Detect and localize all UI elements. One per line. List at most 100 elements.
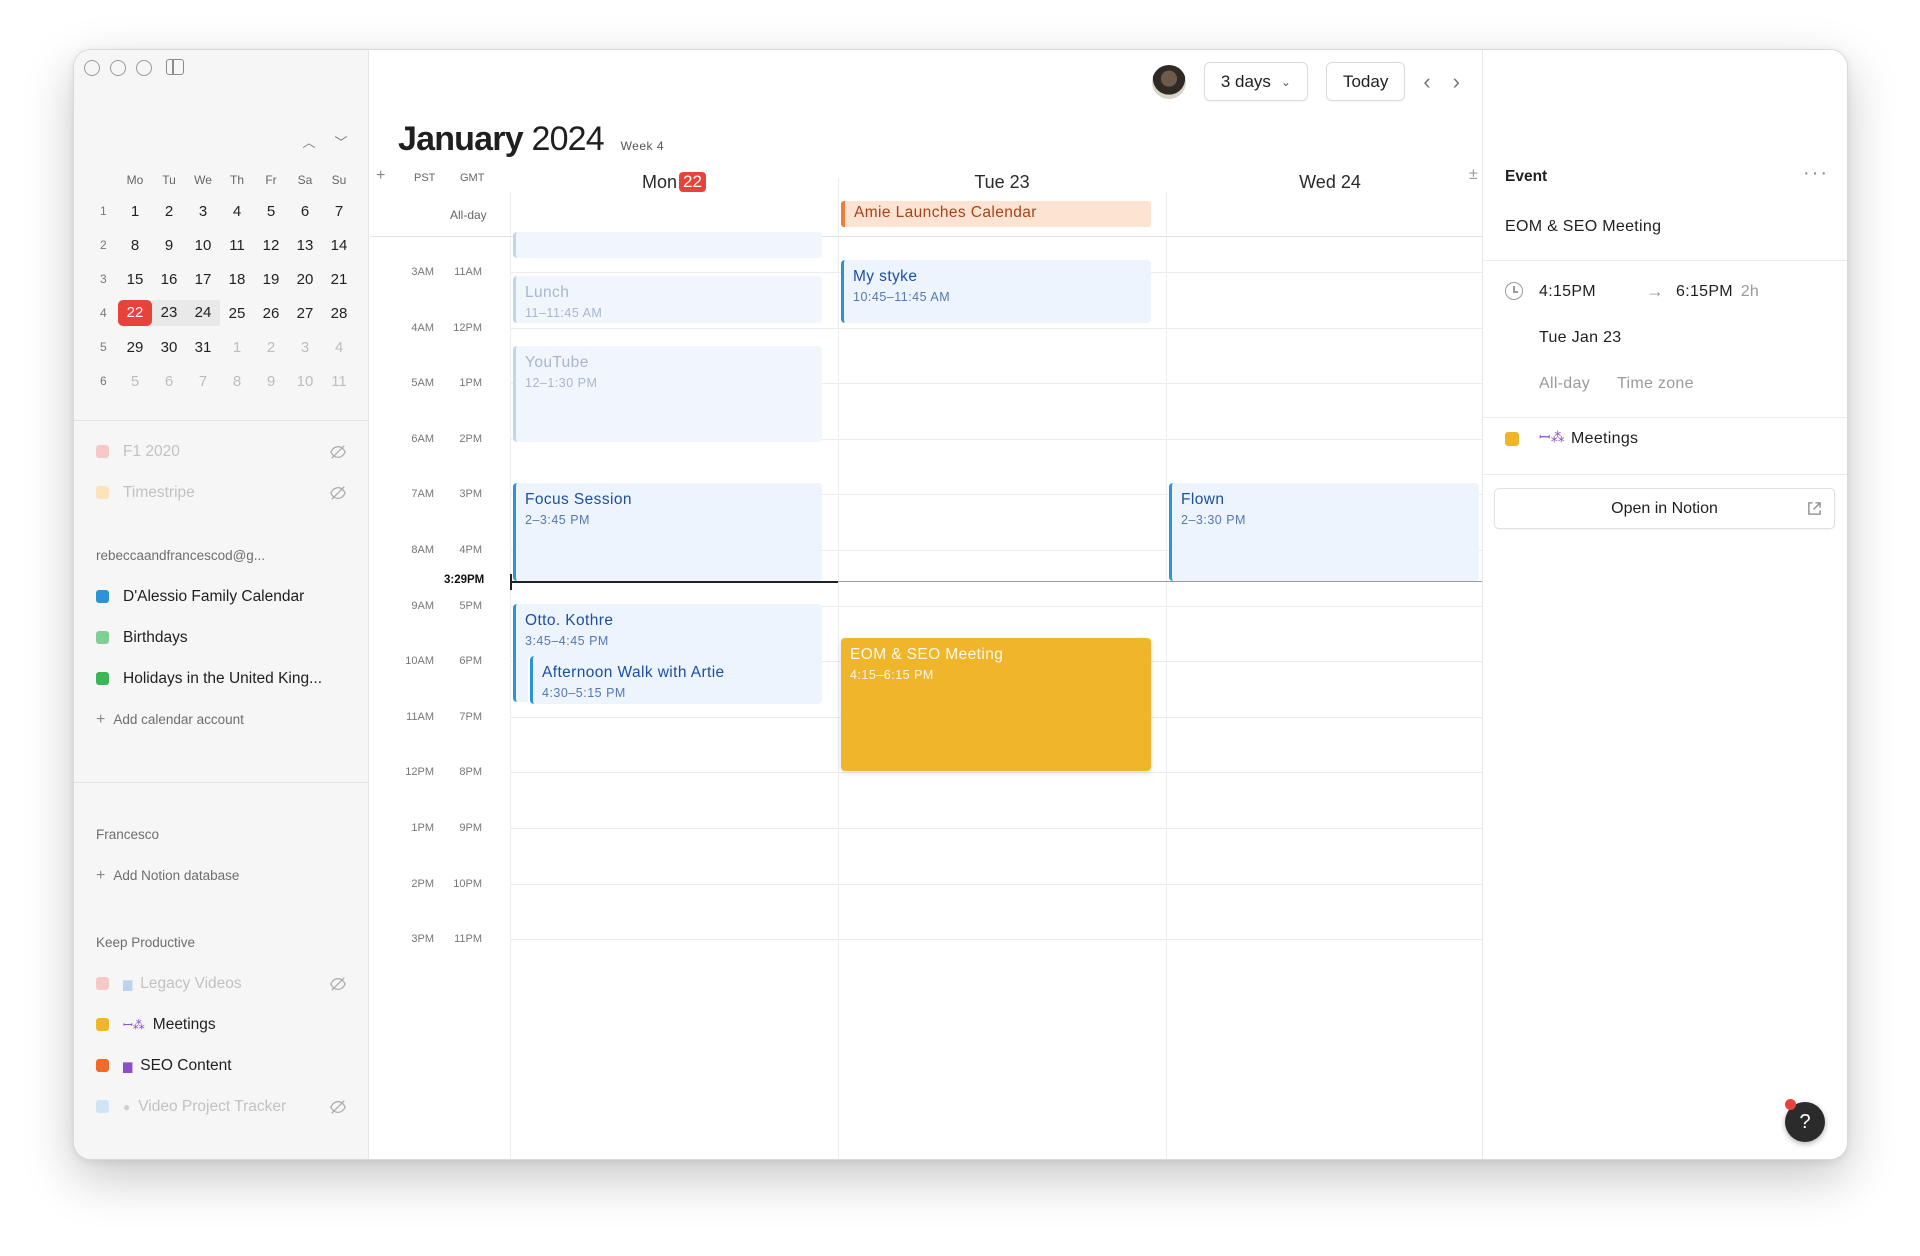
mini-calendar-day[interactable]: 6 [152,373,186,390]
mini-calendar-day[interactable]: 3 [288,339,322,356]
event-afternoon-walk[interactable]: Afternoon Walk with Artie 4:30–5:15 PM [530,656,822,704]
event-block-partial[interactable] [513,232,822,258]
view-selector-button[interactable]: 3 days ⌄ [1203,62,1308,101]
mini-calendar-day[interactable]: 3 [186,203,220,220]
mini-calendar-day[interactable]: 26 [254,305,288,322]
hour-label-gmt: 11AM [454,266,482,278]
mini-calendar-day[interactable]: 15 [118,271,152,288]
mini-calendar-day[interactable]: 13 [288,237,322,254]
mini-calendar-day[interactable]: 9 [254,373,288,390]
mini-calendar-day[interactable]: 27 [288,305,322,322]
mini-calendar-day[interactable]: 25 [220,305,254,322]
start-time-field[interactable]: 4:15PM [1539,283,1596,301]
mini-calendar-day[interactable]: 24 [186,300,220,326]
calendar-item-holidays[interactable]: Holidays in the United King... [96,658,351,699]
calendar-item-f1-2020[interactable]: F1 2020 [96,431,351,472]
notion-db-video-tracker[interactable]: ● Video Project Tracker [96,1086,351,1127]
mini-calendar-day[interactable]: 30 [152,339,186,356]
color-swatch [96,445,109,458]
mini-calendar-day[interactable]: 4 [220,203,254,220]
minimize-window-button[interactable] [110,60,126,76]
mini-calendar-day[interactable]: 4 [322,339,356,356]
mini-calendar-day[interactable]: 7 [186,373,220,390]
event-title: EOM & SEO Meeting [850,646,1004,663]
mini-calendar-day[interactable]: 11 [322,373,356,390]
sidebar-toggle-icon[interactable] [166,59,184,75]
mini-calendar-day[interactable]: 8 [220,373,254,390]
eye-off-icon[interactable] [329,443,347,461]
avatar[interactable] [1151,64,1186,99]
notion-db-legacy-videos[interactable]: ▆ Legacy Videos [96,963,351,1004]
mini-calendar-day[interactable]: 18 [220,271,254,288]
expand-icon[interactable]: ± [1469,166,1478,184]
mini-calendar-day[interactable]: 7 [322,203,356,220]
mini-calendar-day[interactable]: 17 [186,271,220,288]
close-window-button[interactable] [84,60,100,76]
plus-icon: + [96,866,106,884]
more-options-icon[interactable]: ··· [1803,162,1829,185]
mini-calendar-day[interactable]: 2 [152,203,186,220]
mini-calendar-day[interactable]: 2 [254,339,288,356]
chevron-up-icon[interactable]: ︿ [300,134,318,152]
mini-calendar-day[interactable]: 19 [254,271,288,288]
date-field[interactable]: Tue Jan 23 [1539,329,1621,347]
mini-calendar-day[interactable]: 8 [118,237,152,254]
mini-calendar-day[interactable]: 29 [118,339,152,356]
mini-calendar-day[interactable]: 1 [118,203,152,220]
calendar-selector[interactable]: Meetings [1571,430,1638,448]
add-timezone-button[interactable]: + [376,167,385,185]
hour-label-pst: 1PM [411,822,434,834]
mini-calendar-day[interactable]: 10 [288,373,322,390]
chevron-down-icon[interactable]: ﹀ [332,134,350,152]
mini-calendar-day[interactable]: 16 [152,271,186,288]
calendar-item-birthdays[interactable]: Birthdays [96,617,351,658]
event-focus-session[interactable]: Focus Session 2–3:45 PM [513,483,822,581]
add-notion-database-button[interactable]: + Add Notion database [96,855,351,896]
mini-calendar-day[interactable]: 5 [118,373,152,390]
mini-calendar-day[interactable]: 28 [322,305,356,322]
open-in-notion-button[interactable]: Open in Notion [1494,488,1835,529]
calendar-item-timestripe[interactable]: Timestripe [96,472,351,513]
mini-calendar-week: 2 8 9 10 11 12 13 14 [96,228,358,262]
color-swatch [96,486,109,499]
mini-calendar-day[interactable]: 23 [152,300,186,326]
mini-calendar-day[interactable]: 5 [254,203,288,220]
timezone-toggle[interactable]: Time zone [1617,375,1694,393]
zoom-window-button[interactable] [136,60,152,76]
event-youtube[interactable]: YouTube 12–1:30 PM [513,346,822,442]
notion-db-meetings[interactable]: ꟷ⁂ Meetings [96,1004,351,1045]
chevron-left-icon[interactable]: ‹ [1423,69,1430,95]
mini-calendar-day[interactable]: 12 [254,237,288,254]
event-lunch[interactable]: Lunch 11–11:45 AM [513,276,822,323]
eye-off-icon[interactable] [329,1098,347,1116]
event-my-styke[interactable]: My styke 10:45–11:45 AM [841,260,1151,323]
end-time-field[interactable]: 6:15PM 2h [1676,283,1759,301]
mini-calendar-weekdays: Mo Tu We Th Fr Sa Su [96,166,358,194]
mini-calendar-day[interactable]: 14 [322,237,356,254]
mini-calendar-day[interactable]: 22 [118,300,152,326]
mini-calendar-day[interactable]: 11 [220,237,254,254]
hour-label-pst: 10AM [405,655,434,668]
today-button[interactable]: Today [1325,62,1406,101]
add-calendar-account-button[interactable]: + Add calendar account [96,699,351,740]
mini-calendar-day[interactable]: 1 [220,339,254,356]
calendar-item-family[interactable]: D'Alessio Family Calendar [96,576,351,617]
mini-calendar-day[interactable]: 10 [186,237,220,254]
weekday-label: Sa [297,173,313,187]
chevron-right-icon[interactable]: › [1453,69,1460,95]
allday-event[interactable]: Amie Launches Calendar [841,201,1151,227]
add-calendar-label: Add calendar account [113,712,244,727]
mini-calendar-day[interactable]: 21 [322,271,356,288]
allday-toggle[interactable]: All-day [1539,375,1590,393]
notion-db-seo-content[interactable]: ▆ SEO Content [96,1045,351,1086]
eye-off-icon[interactable] [329,484,347,502]
event-flown[interactable]: Flown 2–3:30 PM [1169,483,1479,581]
mini-calendar-day[interactable]: 9 [152,237,186,254]
event-title-field[interactable]: EOM & SEO Meeting [1505,218,1661,236]
mini-calendar-day[interactable]: 20 [288,271,322,288]
eye-off-icon[interactable] [329,975,347,993]
event-eom-seo-selected[interactable]: EOM & SEO Meeting 4:15–6:15 PM [841,638,1151,771]
hour-label-gmt: 10PM [453,877,482,890]
mini-calendar-day[interactable]: 6 [288,203,322,220]
mini-calendar-day[interactable]: 31 [186,339,220,356]
